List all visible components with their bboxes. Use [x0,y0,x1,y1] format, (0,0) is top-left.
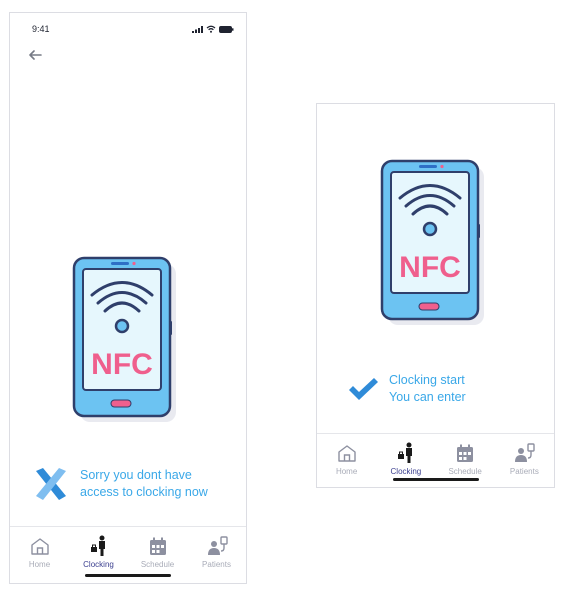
home-indicator [392,478,479,481]
nfc-phone-icon: NFC [72,256,176,422]
nav-item-patients[interactable]: Patients [192,535,242,569]
home-icon [30,538,49,555]
back-arrow-icon [29,50,42,60]
nav-label-patients: Patients [202,560,231,569]
nav-label-clocking: Clocking [83,560,114,569]
nfc-label: NFC [91,348,153,381]
nav-item-clocking[interactable]: Clocking [74,535,124,569]
nfc-phone-illustration: NFC [380,159,486,329]
calendar-icon [457,444,474,462]
home-indicator [85,574,171,577]
status-bar: 9:41 [32,22,234,36]
patients-icon [207,536,228,555]
nav-item-schedule[interactable]: Schedule [133,535,183,569]
home-icon [337,445,356,462]
nav-label-patients: Patients [509,467,539,476]
signal-icon [192,25,203,33]
patients-icon [515,443,536,462]
phone-screen-access-granted: NFC Clocking start You can enter Home Cl… [316,103,555,488]
calendar-icon [149,537,166,555]
nav-label-schedule: Schedule [448,467,482,476]
nav-label-schedule: Schedule [140,560,175,569]
nfc-label: NFC [399,251,461,284]
bottom-nav: Home Clocking Schedule Patients [317,433,554,487]
nav-label-home: Home [28,560,51,569]
nav-item-home[interactable]: Home [322,442,372,476]
clocking-icon [90,535,105,556]
bottom-nav: Home Clocking Schedule Patients [10,526,246,583]
status-message: Sorry you dont have access to clocking n… [32,465,208,503]
nav-item-clocking[interactable]: Clocking [381,442,431,476]
checkmark-icon [349,378,378,400]
phone-screen-access-denied: 9:41 NFC Sorry you dont have access to c… [9,12,247,584]
status-time: 9:41 [32,24,50,34]
back-button[interactable] [28,47,42,63]
error-x-icon [36,468,66,500]
nfc-phone-illustration: NFC [72,256,178,426]
nav-label-home: Home [335,467,358,476]
message-line-1: Clocking start [389,373,465,387]
clocking-icon [397,442,412,463]
nav-item-schedule[interactable]: Schedule [440,442,490,476]
message-line-2: access to clocking now [80,485,208,499]
battery-icon [219,25,234,33]
message-line-2: You can enter [389,390,466,404]
nav-item-patients[interactable]: Patients [499,442,549,476]
nav-label-clocking: Clocking [390,467,422,476]
nav-item-home[interactable]: Home [15,535,65,569]
nfc-phone-icon: NFC [380,159,484,325]
wifi-icon [206,25,216,33]
message-line-1: Sorry you dont have [80,468,192,482]
status-message: Clocking start You can enter [347,372,466,406]
